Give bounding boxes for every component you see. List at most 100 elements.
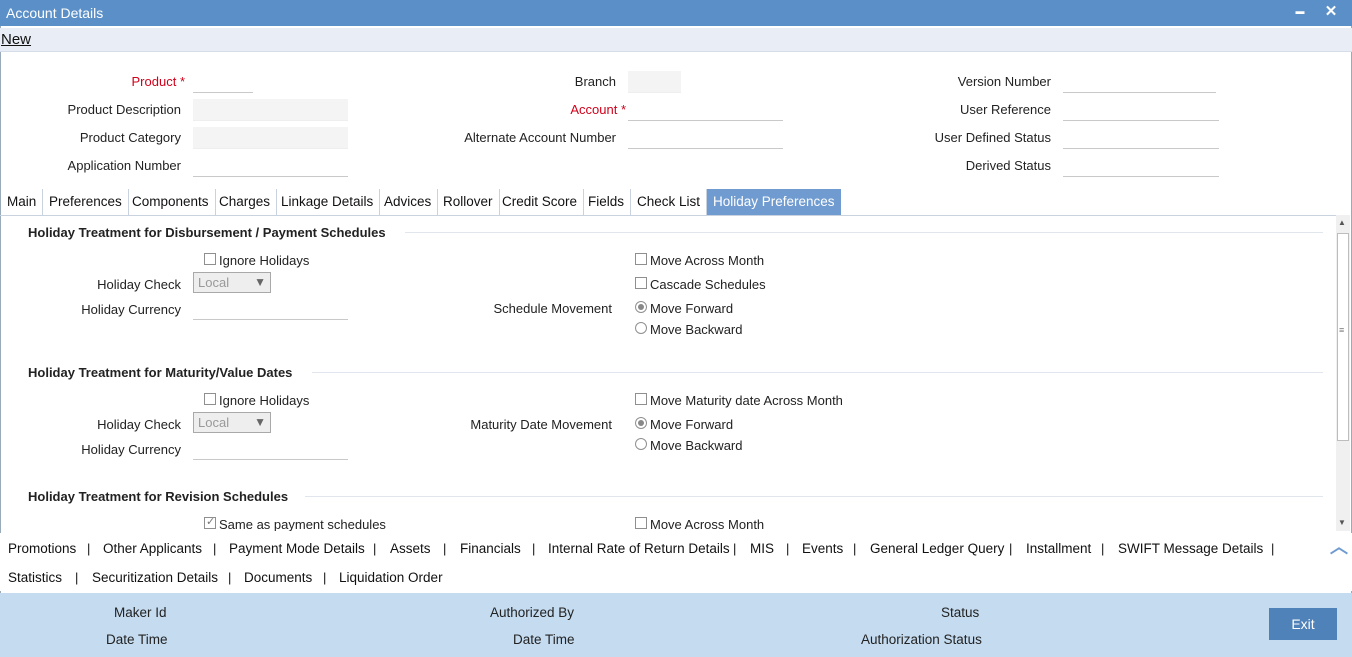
tab-preferences[interactable]: Preferences	[43, 189, 129, 215]
link-liquidation-order[interactable]: Liquidation Order	[339, 570, 443, 585]
derived-status-field[interactable]	[1063, 155, 1219, 177]
user-reference-label: User Reference	[959, 102, 1051, 117]
link-separator: |	[1101, 541, 1105, 556]
mat-move-backward-radio[interactable]	[635, 438, 647, 450]
mat-move-backward-label: Move Backward	[650, 438, 743, 453]
branch-field[interactable]	[628, 71, 681, 93]
tab-linkage-details[interactable]: Linkage Details	[275, 189, 381, 215]
checker-date-time-label: Date Time	[513, 632, 575, 647]
disb-move-forward-label: Move Forward	[650, 301, 734, 316]
mat-ignore-holidays-checkbox[interactable]	[204, 393, 216, 405]
minimize-icon[interactable]: ▬	[1290, 6, 1310, 26]
product-category-field[interactable]	[193, 127, 348, 149]
rev-same-as-payment-checkbox[interactable]	[204, 515, 216, 529]
user-defined-status-field[interactable]	[1063, 127, 1219, 149]
link-assets[interactable]: Assets	[390, 541, 431, 556]
link-mis[interactable]: MIS	[750, 541, 774, 556]
link-documents[interactable]: Documents	[244, 570, 312, 585]
branch-label: Branch	[574, 74, 616, 89]
link-separator: |	[1271, 541, 1275, 556]
disb-move-forward-radio[interactable]	[635, 301, 647, 313]
disb-move-across-month-checkbox[interactable]	[635, 253, 647, 265]
chevron-down-icon: ▼	[254, 275, 266, 289]
scrollbar-thumb[interactable]	[1337, 233, 1349, 441]
tab-advices[interactable]: Advices	[378, 189, 439, 215]
scroll-down-icon[interactable]: ▼	[1338, 518, 1346, 527]
revision-section-title: Holiday Treatment for Revision Schedules	[28, 489, 289, 504]
link-separator: |	[853, 541, 857, 556]
link-promotions[interactable]: Promotions	[8, 541, 76, 556]
window-titlebar: Account Details ▬ ✕	[0, 0, 1352, 26]
alternate-account-number-field[interactable]	[628, 127, 783, 149]
link-statistics[interactable]: Statistics	[8, 570, 62, 585]
account-field[interactable]	[628, 99, 783, 121]
scroll-up-icon[interactable]: ▲	[1338, 218, 1346, 227]
mat-holiday-check-label: Holiday Check	[97, 417, 181, 432]
disb-holiday-currency-label: Holiday Currency	[81, 302, 181, 317]
maturity-section-title: Holiday Treatment for Maturity/Value Dat…	[28, 365, 293, 380]
disbursement-section-title: Holiday Treatment for Disbursement / Pay…	[28, 225, 386, 240]
disb-holiday-currency-field[interactable]	[193, 298, 348, 320]
section-divider	[312, 372, 1323, 373]
disb-holiday-check-value: Local	[198, 275, 230, 290]
product-description-label: Product Description	[67, 102, 181, 117]
product-field[interactable]	[193, 71, 253, 93]
status-label: Status	[941, 605, 980, 620]
maker-id-label: Maker Id	[114, 605, 167, 620]
mat-move-forward-label: Move Forward	[650, 417, 734, 432]
section-divider	[405, 232, 1323, 233]
version-number-field[interactable]	[1063, 71, 1216, 93]
new-link[interactable]: New	[1, 31, 31, 48]
user-reference-field[interactable]	[1063, 99, 1219, 121]
mat-holiday-check-select[interactable]: Local ▼	[193, 412, 271, 433]
mat-move-forward-radio[interactable]	[635, 417, 647, 429]
rev-move-across-month-checkbox[interactable]	[635, 517, 647, 529]
tab-components[interactable]: Components	[126, 189, 216, 215]
tab-credit-score[interactable]: Credit Score	[496, 189, 585, 215]
link-separator: |	[733, 541, 737, 556]
link-payment-mode-details[interactable]: Payment Mode Details	[229, 541, 365, 556]
link-general-ledger-query[interactable]: General Ledger Query	[870, 541, 1004, 556]
exit-button[interactable]: Exit	[1269, 608, 1337, 640]
close-icon[interactable]: ✕	[1321, 2, 1341, 22]
mat-move-maturity-across-month-checkbox[interactable]	[635, 393, 647, 405]
disb-holiday-check-select[interactable]: Local ▼	[193, 272, 271, 293]
tab-fields[interactable]: Fields	[582, 189, 632, 215]
menu-bar: New	[0, 28, 1352, 52]
window-title: Account Details	[6, 5, 104, 21]
application-number-label: Application Number	[67, 158, 181, 173]
link-swift-message-details[interactable]: SWIFT Message Details	[1118, 541, 1263, 556]
chevron-up-icon[interactable]: ︿	[1326, 533, 1352, 557]
tab-check-list[interactable]: Check List	[631, 189, 708, 215]
maturity-date-movement-label: Maturity Date Movement	[470, 417, 612, 432]
product-label: Product	[60, 74, 185, 89]
tab-holiday-preferences[interactable]: Holiday Preferences	[707, 189, 841, 215]
tab-main[interactable]: Main	[1, 189, 44, 215]
link-events[interactable]: Events	[802, 541, 843, 556]
link-installment[interactable]: Installment	[1026, 541, 1091, 556]
link-separator: |	[75, 570, 79, 585]
vertical-scrollbar[interactable]: ▲ ≡ ▼	[1336, 215, 1350, 531]
link-separator: |	[1009, 541, 1013, 556]
link-financials[interactable]: Financials	[460, 541, 521, 556]
derived-status-label: Derived Status	[965, 158, 1051, 173]
link-internal-rate-of-return-details[interactable]: Internal Rate of Return Details	[548, 541, 730, 556]
mat-holiday-currency-label: Holiday Currency	[81, 442, 181, 457]
grip-icon: ≡	[1339, 325, 1345, 335]
tab-rollover[interactable]: Rollover	[437, 189, 500, 215]
link-separator: |	[532, 541, 536, 556]
mat-holiday-currency-field[interactable]	[193, 438, 348, 460]
tab-charges[interactable]: Charges	[213, 189, 278, 215]
link-other-applicants[interactable]: Other Applicants	[103, 541, 202, 556]
product-description-field[interactable]	[193, 99, 348, 121]
link-securitization-details[interactable]: Securitization Details	[92, 570, 218, 585]
section-divider	[305, 496, 1323, 497]
rev-move-across-month-label: Move Across Month	[650, 517, 765, 531]
disb-move-backward-label: Move Backward	[650, 322, 743, 337]
user-defined-status-label: User Defined Status	[934, 130, 1051, 145]
disb-ignore-holidays-checkbox[interactable]	[204, 253, 216, 265]
disb-move-backward-radio[interactable]	[635, 322, 647, 334]
account-label: Account	[480, 102, 626, 117]
disb-cascade-schedules-checkbox[interactable]	[635, 277, 647, 289]
application-number-field[interactable]	[193, 155, 348, 177]
